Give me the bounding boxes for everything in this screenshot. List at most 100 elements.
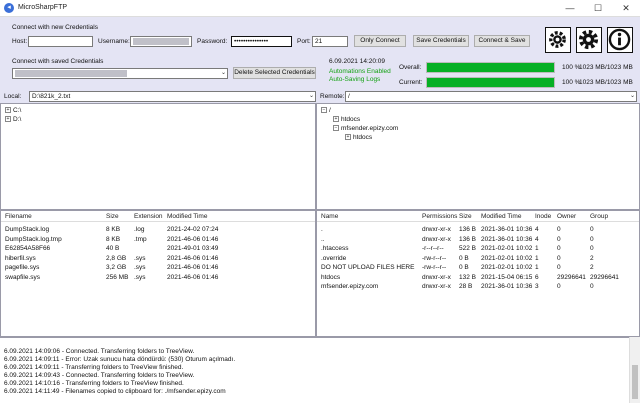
table-cell: 0 xyxy=(557,226,561,233)
remote-label: Remote: xyxy=(320,93,345,100)
table-row[interactable]: DumpStack.log.tmp8 KB.tmp2021-46-06 01:4… xyxy=(1,235,315,245)
table-cell: .sys xyxy=(134,274,146,281)
tree-node[interactable]: +htdocs xyxy=(321,133,635,142)
saved-credentials-select[interactable]: ⌄ xyxy=(12,68,228,79)
column-header[interactable]: Modified Time xyxy=(167,213,207,220)
table-cell: .override xyxy=(321,255,346,262)
local-list-header: Filename Size Extension Modified Time xyxy=(1,211,315,222)
scrollbar-thumb[interactable] xyxy=(632,365,638,399)
table-cell: pagefile.sys xyxy=(5,264,39,271)
remote-file-list[interactable]: Name Permissions Size Modified Time Inod… xyxy=(316,210,640,337)
collapse-icon[interactable]: − xyxy=(333,125,339,131)
log-scrollbar[interactable] xyxy=(629,337,640,403)
table-cell: 0 xyxy=(590,226,594,233)
table-cell: 0 xyxy=(590,245,594,252)
table-row[interactable]: E62854A58F6640 B2021-49-01 03:49 xyxy=(1,244,315,254)
table-cell: 2021-46-06 01:46 xyxy=(167,236,218,243)
title-bar: ◂ MicroSharpFTP — ☐ ✕ xyxy=(0,0,640,17)
port-label: Port: xyxy=(297,38,311,45)
column-header[interactable]: Extension xyxy=(134,213,163,220)
remote-path-select[interactable]: /⌄ xyxy=(345,91,637,102)
gear-icon[interactable] xyxy=(576,27,602,53)
only-connect-button[interactable]: Only Connect xyxy=(354,35,406,47)
chevron-down-icon: ⌄ xyxy=(221,69,226,78)
tree-node[interactable]: −mfsender.epizy.com xyxy=(321,124,635,133)
expand-icon[interactable]: + xyxy=(5,116,11,122)
host-input[interactable] xyxy=(28,36,93,47)
remote-list-header: Name Permissions Size Modified Time Inod… xyxy=(317,211,639,222)
tree-node[interactable]: +htdocs xyxy=(321,115,635,124)
expand-icon[interactable]: + xyxy=(333,116,339,122)
port-input[interactable]: 21 xyxy=(312,36,348,47)
expand-icon[interactable]: + xyxy=(345,134,351,140)
delete-credentials-button[interactable]: Delete Selected Credentials xyxy=(233,67,316,79)
column-header[interactable]: Inode xyxy=(535,213,551,220)
close-button[interactable]: ✕ xyxy=(612,0,640,17)
local-tree[interactable]: +C:\ +D:\ xyxy=(0,103,316,210)
table-row[interactable]: swapfile.sys256 MB.sys2021-46-06 01:46 xyxy=(1,273,315,283)
table-cell: 0 xyxy=(590,236,594,243)
table-cell: 0 xyxy=(557,283,561,290)
table-row[interactable]: hiberfil.sys2,8 GB.sys2021-46-06 01:46 xyxy=(1,254,315,264)
table-cell: 1 xyxy=(535,245,539,252)
connect-save-button[interactable]: Connect & Save xyxy=(474,35,530,47)
status-automations: Automations Enabled xyxy=(329,68,391,75)
save-credentials-button[interactable]: Save Credentials xyxy=(413,35,469,47)
column-header[interactable]: Size xyxy=(106,213,119,220)
local-path-select[interactable]: D:\821k_2.txt⌄ xyxy=(29,91,316,102)
table-row[interactable]: ..drwxr-xr-x136 B2021-36-01 10:36400 xyxy=(317,235,639,245)
table-row[interactable]: .htaccess-r--r--r--522 B2021-02-01 10:02… xyxy=(317,244,639,254)
maximize-button[interactable]: ☐ xyxy=(584,0,612,17)
table-cell: 3,2 GB xyxy=(106,264,126,271)
table-row[interactable]: mfsender.epizy.comdrwxr-xr-x28 B2021-36-… xyxy=(317,282,639,292)
table-cell: .. xyxy=(321,236,325,243)
table-cell: 2021-36-01 10:36 xyxy=(481,236,532,243)
table-cell: 2021-46-06 01:46 xyxy=(167,264,218,271)
info-icon[interactable] xyxy=(607,27,633,53)
table-cell: 2021-02-01 10:02 xyxy=(481,264,532,271)
expand-icon[interactable]: + xyxy=(5,107,11,113)
local-label: Local: xyxy=(4,93,21,100)
table-row[interactable]: pagefile.sys3,2 GB.sys2021-46-06 01:46 xyxy=(1,263,315,273)
remote-tree[interactable]: −/ +htdocs −mfsender.epizy.com +htdocs xyxy=(316,103,640,210)
overall-percent: 100 % xyxy=(562,64,580,71)
password-input[interactable]: ••••••••••••••• xyxy=(231,36,292,47)
table-cell: drwxr-xr-x xyxy=(422,283,451,290)
column-header[interactable]: Filename xyxy=(5,213,32,220)
table-row[interactable]: DumpStack.log8 KB.log2021-24-02 07:24 xyxy=(1,225,315,235)
minimize-button[interactable]: — xyxy=(556,0,584,17)
log-line: 6.09.2021 14:09:06 - Connected. Transfer… xyxy=(0,348,629,356)
column-header[interactable]: Size xyxy=(459,213,472,220)
window-title: MicroSharpFTP xyxy=(18,4,67,11)
table-cell: DO NOT UPLOAD FILES HERE xyxy=(321,264,414,271)
table-cell: E62854A58F66 xyxy=(5,245,50,252)
table-cell: drwxr-xr-x xyxy=(422,236,451,243)
local-file-list[interactable]: Filename Size Extension Modified Time Du… xyxy=(0,210,316,337)
table-cell: 28 B xyxy=(459,283,472,290)
log-panel[interactable]: 6.09.2021 14:09:06 - Connected. Transfer… xyxy=(0,337,629,403)
table-cell: 2021-46-06 01:46 xyxy=(167,274,218,281)
column-header[interactable]: Name xyxy=(321,213,338,220)
table-cell: 1 xyxy=(535,255,539,262)
log-line: 6.09.2021 14:09:43 - Connected. Transfer… xyxy=(0,372,629,380)
gear-automation-icon[interactable] xyxy=(545,27,571,53)
column-header[interactable]: Modified Time xyxy=(481,213,521,220)
table-row[interactable]: DO NOT UPLOAD FILES HERE-rw-r--r--0 B202… xyxy=(317,263,639,273)
column-header[interactable]: Group xyxy=(590,213,608,220)
log-line: 6.09.2021 14:10:16 - Transferring folder… xyxy=(0,380,629,388)
tree-node[interactable]: +D:\ xyxy=(5,115,311,124)
column-header[interactable]: Owner xyxy=(557,213,576,220)
table-row[interactable]: .drwxr-xr-x136 B2021-36-01 10:36400 xyxy=(317,225,639,235)
table-cell: 2021-15-04 06:15 xyxy=(481,274,532,281)
table-cell: htdocs xyxy=(321,274,340,281)
table-cell: 0 xyxy=(590,283,594,290)
table-row[interactable]: .override-rw-r--r--0 B2021-02-01 10:0210… xyxy=(317,254,639,264)
current-size: 1023 MB/1023 MB xyxy=(579,79,633,86)
password-label: Password: xyxy=(197,38,227,45)
tree-node[interactable]: +C:\ xyxy=(5,106,311,115)
username-input[interactable] xyxy=(130,36,192,47)
column-header[interactable]: Permissions xyxy=(422,213,457,220)
table-row[interactable]: htdocsdrwxr-xr-x132 B2021-15-04 06:15629… xyxy=(317,273,639,283)
tree-node[interactable]: −/ xyxy=(321,106,635,115)
collapse-icon[interactable]: − xyxy=(321,107,327,113)
